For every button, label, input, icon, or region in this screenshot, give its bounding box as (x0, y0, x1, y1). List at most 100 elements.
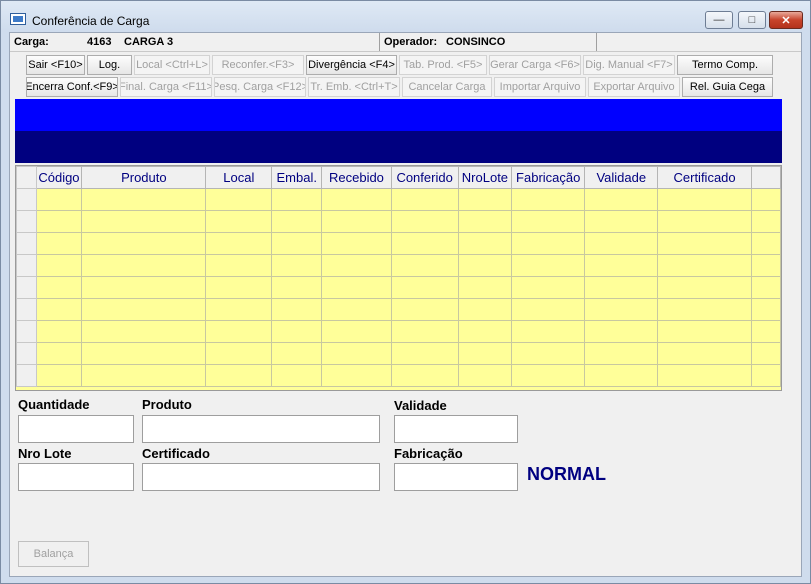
grid-cell[interactable] (321, 364, 392, 387)
grid-cell[interactable] (81, 364, 207, 387)
grid-cell[interactable] (35, 276, 83, 299)
grid-cell[interactable] (390, 298, 459, 321)
grid-cell[interactable] (390, 210, 459, 233)
grid-cell[interactable] (511, 342, 586, 365)
grid-cell[interactable] (511, 210, 586, 233)
column-header[interactable]: Recebido (321, 166, 392, 189)
grid-cell[interactable] (511, 232, 586, 255)
grid-cell[interactable] (321, 188, 392, 211)
toolbar-button[interactable]: Cancelar Carga (402, 77, 492, 97)
table-row[interactable] (16, 210, 781, 233)
toolbar-button[interactable]: Divergência <F4> (306, 55, 397, 75)
grid-cell[interactable] (81, 320, 207, 343)
grid-cell[interactable] (390, 254, 459, 277)
grid-cell[interactable] (390, 364, 459, 387)
grid-cell[interactable] (457, 254, 513, 277)
toolbar-button[interactable]: Local <Ctrl+L> (134, 55, 210, 75)
balanca-button[interactable]: Balança (18, 541, 89, 567)
grid-cell[interactable] (457, 188, 513, 211)
grid-cell[interactable] (271, 298, 323, 321)
grid-cell[interactable] (457, 232, 513, 255)
grid-cell[interactable] (271, 320, 323, 343)
grid-cell[interactable] (750, 188, 781, 211)
toolbar-button[interactable]: Importar Arquivo (494, 77, 586, 97)
grid-cell[interactable] (511, 276, 586, 299)
grid-cell[interactable] (390, 320, 459, 343)
table-row[interactable] (16, 232, 781, 255)
table-row[interactable] (16, 298, 781, 321)
grid-cell[interactable] (390, 232, 459, 255)
grid-cell[interactable] (511, 298, 586, 321)
grid-cell[interactable] (271, 342, 323, 365)
grid-cell[interactable] (271, 188, 323, 211)
grid-cell[interactable] (457, 320, 513, 343)
grid-cell[interactable] (35, 254, 83, 277)
title-bar[interactable]: Conferência de Carga — □ ✕ (1, 1, 810, 31)
grid-cell[interactable] (205, 188, 273, 211)
column-header[interactable]: Conferido (390, 166, 459, 189)
grid-cell[interactable] (35, 364, 83, 387)
column-header[interactable]: Validade (584, 166, 659, 189)
grid-cell[interactable] (584, 298, 659, 321)
grid-cell[interactable] (511, 320, 586, 343)
grid-cell[interactable] (321, 276, 392, 299)
grid-cell[interactable] (511, 254, 586, 277)
grid-cell[interactable] (321, 342, 392, 365)
toolbar-button[interactable]: Final. Carga <F11> (120, 77, 212, 97)
produto-input[interactable] (142, 415, 380, 443)
grid-cell[interactable] (35, 188, 83, 211)
toolbar-button[interactable]: Gerar Carga <F6> (489, 55, 581, 75)
certificado-input[interactable] (142, 463, 380, 491)
close-button[interactable]: ✕ (769, 11, 803, 29)
grid-cell[interactable] (321, 320, 392, 343)
grid-cell[interactable] (584, 210, 659, 233)
grid-cell[interactable] (657, 364, 752, 387)
grid-cell[interactable] (205, 320, 273, 343)
toolbar-button[interactable]: Tab. Prod. <F5> (399, 55, 487, 75)
toolbar-button[interactable]: Dig. Manual <F7> (583, 55, 675, 75)
grid-cell[interactable] (81, 188, 207, 211)
grid-cell[interactable] (321, 232, 392, 255)
grid-cell[interactable] (321, 254, 392, 277)
grid-cell[interactable] (750, 254, 781, 277)
grid-cell[interactable] (750, 276, 781, 299)
column-header[interactable]: Embal. (271, 166, 323, 189)
toolbar-button[interactable]: Tr. Emb. <Ctrl+T> (308, 77, 400, 97)
grid-cell[interactable] (657, 254, 752, 277)
table-row[interactable] (16, 320, 781, 343)
toolbar-button[interactable]: Log. (87, 55, 132, 75)
grid-cell[interactable] (390, 342, 459, 365)
grid-cell[interactable] (81, 342, 207, 365)
table-row[interactable] (16, 342, 781, 365)
grid-cell[interactable] (205, 298, 273, 321)
grid-cell[interactable] (205, 276, 273, 299)
grid-cell[interactable] (750, 320, 781, 343)
toolbar-button[interactable]: Exportar Arquivo (588, 77, 680, 97)
items-grid[interactable]: Código Produto Local Embal. Recebido Conferid… (15, 165, 782, 391)
grid-cell[interactable] (657, 342, 752, 365)
grid-cell[interactable] (271, 364, 323, 387)
nro-lote-input[interactable] (18, 463, 134, 491)
grid-cell[interactable] (750, 232, 781, 255)
grid-cell[interactable] (81, 276, 207, 299)
grid-cell[interactable] (511, 188, 586, 211)
column-header[interactable]: Local (205, 166, 273, 189)
grid-cell[interactable] (390, 276, 459, 299)
minimize-button[interactable]: — (705, 11, 733, 29)
grid-cell[interactable] (35, 232, 83, 255)
grid-cell[interactable] (205, 364, 273, 387)
grid-cell[interactable] (750, 342, 781, 365)
grid-cell[interactable] (35, 210, 83, 233)
grid-cell[interactable] (457, 298, 513, 321)
grid-cell[interactable] (657, 210, 752, 233)
grid-cell[interactable] (205, 232, 273, 255)
grid-cell[interactable] (321, 210, 392, 233)
column-header[interactable]: Código (35, 166, 83, 189)
table-row[interactable] (16, 188, 781, 211)
grid-cell[interactable] (35, 320, 83, 343)
column-header[interactable]: NroLote (457, 166, 513, 189)
grid-cell[interactable] (81, 254, 207, 277)
grid-cell[interactable] (457, 210, 513, 233)
grid-cell[interactable] (457, 364, 513, 387)
grid-cell[interactable] (584, 232, 659, 255)
